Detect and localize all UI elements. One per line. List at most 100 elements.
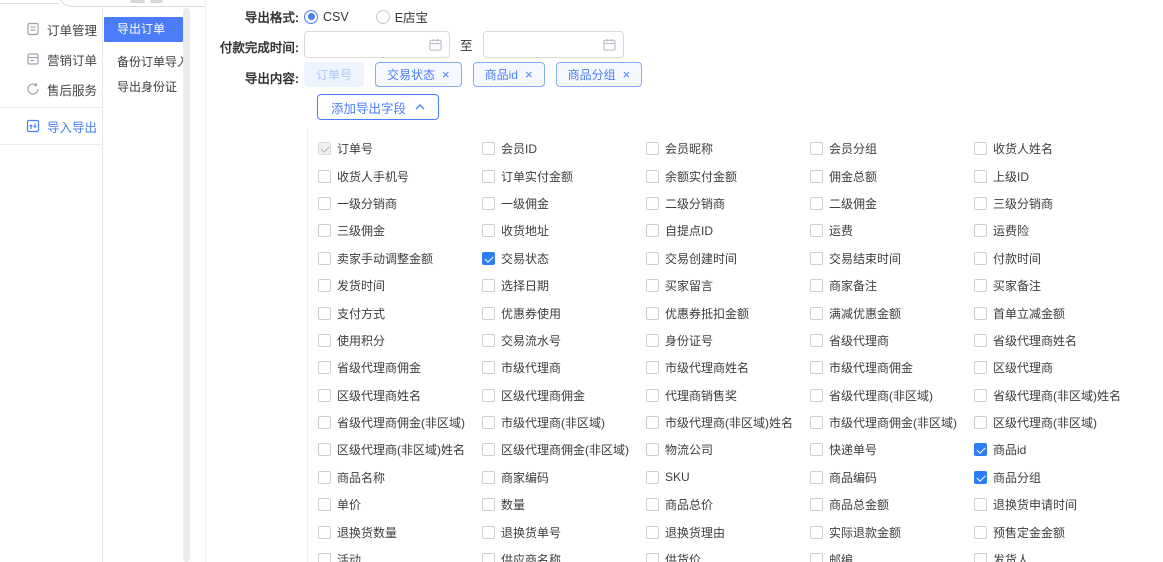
field-checkbox-item[interactable]: 使用积分 <box>318 327 482 354</box>
field-checkbox-item[interactable]: 收货人手机号 <box>318 162 482 189</box>
checkbox[interactable] <box>482 526 495 539</box>
checkbox[interactable] <box>974 498 987 511</box>
field-checkbox-item[interactable]: 实际退款金额 <box>810 518 974 545</box>
field-checkbox-item[interactable]: 市级代理商姓名 <box>646 354 810 381</box>
checkbox[interactable] <box>646 498 659 511</box>
checkbox[interactable] <box>482 471 495 484</box>
field-checkbox-item[interactable]: 会员ID <box>482 135 646 162</box>
field-checkbox-item[interactable]: 退换货理由 <box>646 518 810 545</box>
checkbox[interactable] <box>482 142 495 155</box>
checkbox[interactable] <box>318 361 331 374</box>
checkbox[interactable] <box>318 443 331 456</box>
field-checkbox-item[interactable]: 会员分组 <box>810 135 974 162</box>
checkbox[interactable] <box>482 443 495 456</box>
checkbox[interactable] <box>974 224 987 237</box>
field-checkbox-item[interactable]: 商品id <box>974 436 1138 463</box>
checkbox[interactable] <box>646 197 659 210</box>
checkbox[interactable] <box>810 553 823 562</box>
checkbox[interactable] <box>318 307 331 320</box>
field-checkbox-item[interactable]: 交易创建时间 <box>646 245 810 272</box>
remove-tag-icon[interactable]: × <box>525 68 533 81</box>
field-checkbox-item[interactable]: 区级代理商(非区域)姓名 <box>318 436 482 463</box>
sidebar-item-import-export[interactable]: 导入导出 <box>0 111 102 141</box>
field-checkbox-item[interactable]: 交易流水号 <box>482 327 646 354</box>
field-checkbox-item[interactable]: 买家留言 <box>646 272 810 299</box>
checkbox[interactable] <box>482 334 495 347</box>
field-checkbox-item[interactable]: 发货时间 <box>318 272 482 299</box>
field-checkbox-item[interactable]: 市级代理商(非区域)姓名 <box>646 409 810 436</box>
field-checkbox-item[interactable]: 退换货单号 <box>482 518 646 545</box>
field-checkbox-item[interactable]: 订单实付金额 <box>482 162 646 189</box>
checkbox[interactable] <box>646 553 659 562</box>
checkbox[interactable] <box>646 526 659 539</box>
field-checkbox-item[interactable]: 交易结束时间 <box>810 245 974 272</box>
checkbox[interactable] <box>646 361 659 374</box>
tag-product-id[interactable]: 商品id × <box>473 62 545 87</box>
checkbox[interactable] <box>646 334 659 347</box>
checkbox[interactable] <box>974 334 987 347</box>
checkbox[interactable] <box>318 197 331 210</box>
checkbox[interactable] <box>810 334 823 347</box>
field-checkbox-item[interactable]: 发货人 <box>974 546 1138 562</box>
checkbox[interactable] <box>810 224 823 237</box>
remove-tag-icon[interactable]: × <box>623 68 631 81</box>
field-checkbox-item[interactable]: 省级代理商姓名 <box>974 327 1138 354</box>
field-checkbox-item[interactable]: 数量 <box>482 491 646 518</box>
checkbox[interactable] <box>646 279 659 292</box>
checkbox[interactable] <box>810 526 823 539</box>
checkbox[interactable] <box>482 361 495 374</box>
submenu-item-backup-order-import[interactable]: 备份订单导入 <box>104 50 183 75</box>
checkbox[interactable] <box>974 197 987 210</box>
checkbox[interactable] <box>318 279 331 292</box>
field-checkbox-item[interactable]: 余额实付金额 <box>646 162 810 189</box>
field-checkbox-item[interactable]: 省级代理商(非区域)姓名 <box>974 382 1138 409</box>
field-checkbox-item[interactable]: 三级分销商 <box>974 190 1138 217</box>
field-checkbox-item[interactable]: 省级代理商 <box>810 327 974 354</box>
checkbox[interactable] <box>974 553 987 562</box>
checkbox[interactable] <box>974 170 987 183</box>
checkbox[interactable] <box>482 498 495 511</box>
field-checkbox-item[interactable]: 收货人姓名 <box>974 135 1138 162</box>
checkbox[interactable] <box>482 416 495 429</box>
field-checkbox-item[interactable]: 上级ID <box>974 162 1138 189</box>
field-checkbox-item[interactable]: 买家备注 <box>974 272 1138 299</box>
checkbox[interactable] <box>646 443 659 456</box>
field-checkbox-item[interactable]: 卖家手动调整金额 <box>318 245 482 272</box>
checkbox[interactable] <box>318 334 331 347</box>
field-checkbox-item[interactable]: 商品分组 <box>974 464 1138 491</box>
field-checkbox-item[interactable]: 优惠券使用 <box>482 299 646 326</box>
field-checkbox-item[interactable]: 退换货申请时间 <box>974 491 1138 518</box>
checkbox[interactable] <box>318 224 331 237</box>
checkbox[interactable] <box>318 170 331 183</box>
checkbox[interactable] <box>974 252 987 265</box>
field-checkbox-item[interactable]: 邮编 <box>810 546 974 562</box>
checkbox[interactable] <box>974 307 987 320</box>
field-checkbox-item[interactable]: 商品总金额 <box>810 491 974 518</box>
field-checkbox-item[interactable]: 首单立减金额 <box>974 299 1138 326</box>
field-checkbox-item[interactable]: 订单号 <box>318 135 482 162</box>
checkbox[interactable] <box>974 279 987 292</box>
field-checkbox-item[interactable]: 商品名称 <box>318 464 482 491</box>
radio-option-csv[interactable]: CSV <box>304 10 349 24</box>
remove-tag-icon[interactable]: × <box>442 68 450 81</box>
field-checkbox-item[interactable]: 会员昵称 <box>646 135 810 162</box>
field-checkbox-item[interactable]: 代理商销售奖 <box>646 382 810 409</box>
checkbox[interactable] <box>482 224 495 237</box>
checkbox[interactable] <box>482 279 495 292</box>
checkbox[interactable] <box>974 142 987 155</box>
checkbox[interactable] <box>318 471 331 484</box>
sidebar-item-order-management[interactable]: 订单管理 <box>0 14 102 44</box>
checkbox[interactable] <box>318 252 331 265</box>
start-date-input[interactable] <box>304 31 450 58</box>
checkbox[interactable] <box>810 416 823 429</box>
field-checkbox-item[interactable]: 运费 <box>810 217 974 244</box>
field-checkbox-item[interactable]: 预售定金金额 <box>974 518 1138 545</box>
checkbox[interactable] <box>810 197 823 210</box>
field-checkbox-item[interactable]: 佣金总额 <box>810 162 974 189</box>
checkbox[interactable] <box>810 170 823 183</box>
tag-product-group[interactable]: 商品分组 × <box>556 62 643 87</box>
checkbox[interactable] <box>974 526 987 539</box>
checkbox[interactable] <box>318 389 331 402</box>
field-checkbox-item[interactable]: 区级代理商佣金 <box>482 382 646 409</box>
checkbox[interactable] <box>810 307 823 320</box>
